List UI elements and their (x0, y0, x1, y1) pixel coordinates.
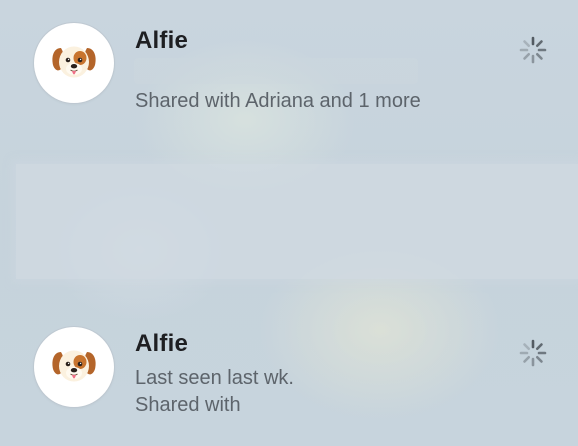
list-item[interactable]: Alfie Last seen last wk. Shared with (0, 305, 578, 446)
shared-with-text: Shared with Adriana and 1 more (135, 90, 421, 112)
loading-spinner-icon (519, 36, 547, 64)
avatar (34, 327, 114, 407)
dog-face-icon (52, 46, 96, 78)
dog-face-icon (52, 350, 96, 382)
people-list: Alfie Shared with Adriana and 1 more Alf… (0, 0, 578, 446)
contact-name: Alfie (135, 27, 189, 54)
location-placeholder (134, 58, 418, 84)
contact-name: Alfie (135, 330, 189, 357)
shared-with-text: Shared with (135, 394, 241, 416)
blurred-content (16, 164, 578, 279)
list-item[interactable]: Alfie Shared with Adriana and 1 more (0, 0, 578, 150)
avatar (34, 23, 114, 103)
last-seen-text: Last seen last wk. (135, 367, 294, 389)
loading-spinner-icon (519, 339, 547, 367)
